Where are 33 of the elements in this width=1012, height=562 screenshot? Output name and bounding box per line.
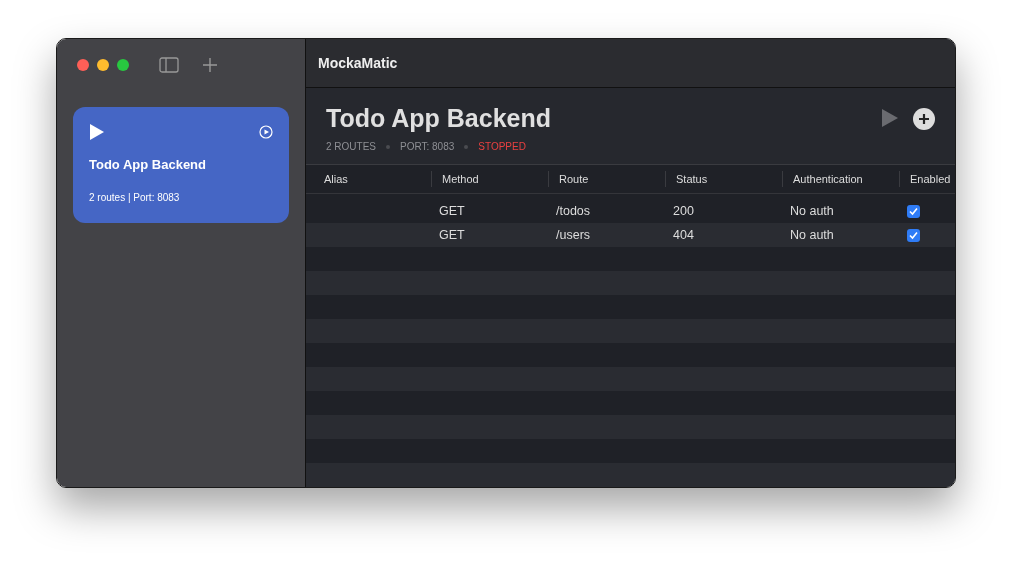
add-icon[interactable] [913,108,935,130]
column-header[interactable]: Method [431,171,548,187]
play-icon[interactable] [881,108,899,128]
close-button[interactable] [77,59,89,71]
server-card[interactable]: Todo App Backend 2 routes | Port: 8083 [73,107,289,223]
status-label: STOPPED [478,141,526,152]
window-title: MockaMatic [306,39,955,88]
play-icon[interactable] [89,123,105,141]
enabled-checkbox[interactable] [907,204,920,218]
table-cell-text: No auth [789,204,835,218]
column-header[interactable]: Route [548,171,665,187]
table-row[interactable]: GET /users 404 No auth [306,223,955,247]
column-header[interactable]: Enabled [899,171,955,187]
minimize-button[interactable] [97,59,109,71]
port-label: PORT: 8083 [400,141,455,152]
column-header[interactable]: Status [665,171,782,187]
server-title: Todo App Backend [326,104,551,133]
server-name: Todo App Backend [89,157,207,172]
zoom-button[interactable] [117,59,129,71]
column-header[interactable]: Authentication [782,171,899,187]
column-header[interactable]: Alias [306,171,431,187]
sidebar-toggle-icon[interactable] [159,57,179,73]
table-cell-text: GET [438,228,466,242]
table-cell-text: No auth [789,228,835,242]
enabled-checkbox[interactable] [907,228,920,242]
settings-icon[interactable] [259,125,273,139]
table-cell-text: 200 [672,204,695,218]
table-cell-text: /users [555,228,592,242]
table-cell-text: 404 [672,228,695,242]
table-cell-text: GET [438,204,466,218]
table-cell-text: /todos [555,204,592,218]
server-info: 2 routes | Port: 8083 [89,192,181,203]
routes-count: 2 ROUTES [326,141,376,152]
